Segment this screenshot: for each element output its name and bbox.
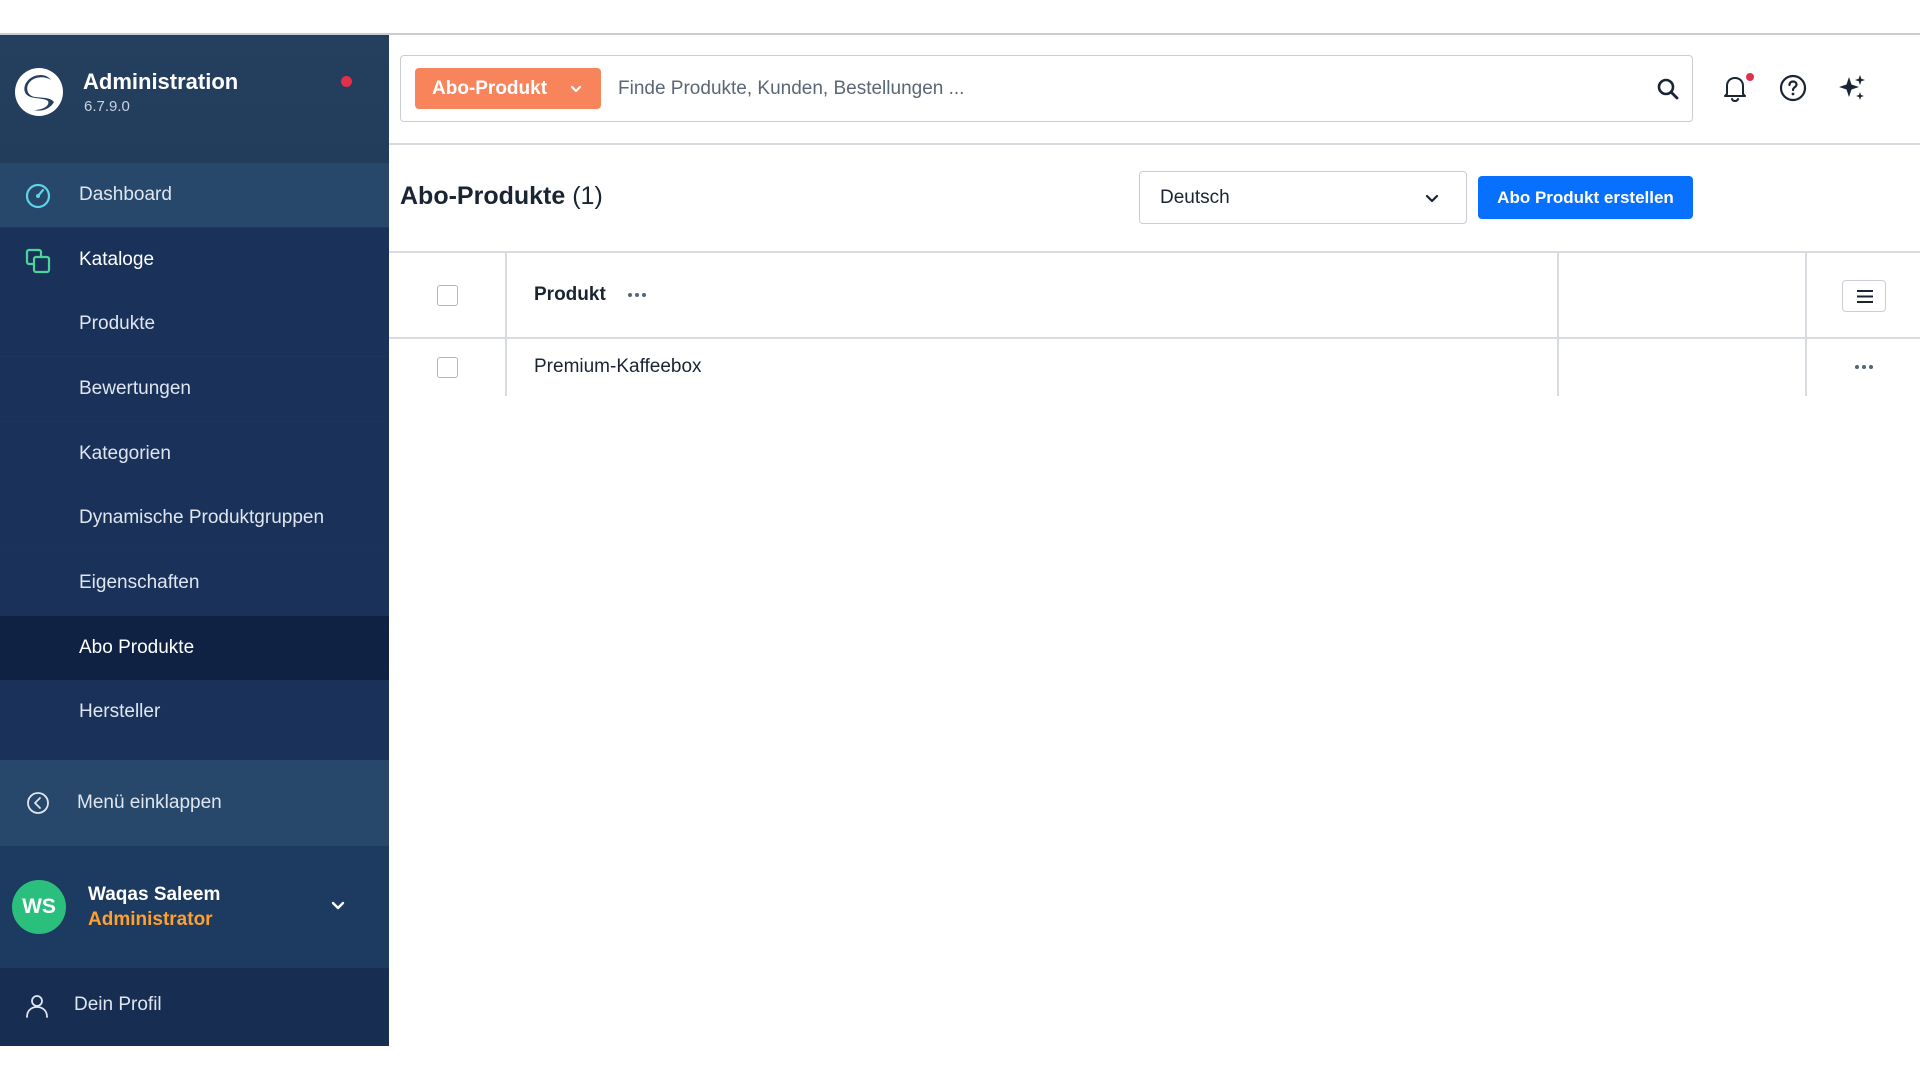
help-icon[interactable] xyxy=(1777,72,1809,104)
sidebar-item-label: Dashboard xyxy=(79,184,172,205)
column-options-icon[interactable] xyxy=(628,293,650,299)
status-indicator-dot xyxy=(341,76,352,87)
collapse-menu-label: Menü einklappen xyxy=(77,792,222,813)
row-checkbox[interactable] xyxy=(437,357,458,378)
sidebar-subitem-label: Dynamische Produktgruppen xyxy=(79,507,325,528)
global-search-bar: Abo-Produkt xyxy=(400,55,1693,122)
profile-label: Dein Profil xyxy=(74,994,162,1015)
sidebar-subitem-label: Bewertungen xyxy=(79,378,191,399)
avatar: WS xyxy=(12,880,66,934)
collapse-left-icon xyxy=(27,792,49,814)
select-all-checkbox[interactable] xyxy=(437,285,458,306)
search-type-dropdown[interactable]: Abo-Produkt xyxy=(415,68,601,109)
user-name: Waqas Saleem xyxy=(88,884,221,905)
sidebar-item-profile[interactable]: Dein Profil xyxy=(0,968,389,1046)
sidebar-subitem-produkte[interactable]: Produkte xyxy=(0,292,389,356)
app-title: Administration xyxy=(83,69,239,94)
sidebar-item-label: Kataloge xyxy=(79,249,155,270)
create-abo-product-button[interactable]: Abo Produkt erstellen xyxy=(1478,176,1693,219)
page-title-text: Abo-Produkte xyxy=(400,182,566,210)
shopware-logo-icon xyxy=(15,68,63,116)
sidebar-subitem-abo-produkte[interactable]: Abo Produkte xyxy=(0,616,389,680)
sidebar-item-dashboard[interactable]: Dashboard xyxy=(0,163,389,227)
top-header: Abo-Produkt xyxy=(389,35,1920,145)
language-select-value: Deutsch xyxy=(1160,187,1230,208)
sidebar-item-kataloge[interactable]: Kataloge xyxy=(0,228,389,292)
page-title: Abo-Produkte (1) xyxy=(400,182,603,211)
sidebar-subitem-label: Hersteller xyxy=(79,701,161,722)
sidebar-subitem-label: Eigenschaften xyxy=(79,572,200,593)
catalog-icon xyxy=(25,248,51,274)
collapse-menu-button[interactable]: Menü einklappen xyxy=(0,760,389,846)
sidebar-subitem-eigenschaften[interactable]: Eigenschaften xyxy=(0,551,389,615)
column-header-produkt[interactable]: Produkt xyxy=(534,284,606,306)
search-type-label: Abo-Produkt xyxy=(432,77,548,99)
user-menu[interactable]: WS Waqas Saleem Administrator xyxy=(0,846,389,968)
column-divider xyxy=(505,253,507,396)
search-icon[interactable] xyxy=(1655,76,1681,102)
table-header-divider xyxy=(389,337,1920,339)
table-header-row xyxy=(389,253,1920,337)
browser-top-strip xyxy=(0,0,1920,35)
chevron-down-icon xyxy=(1425,194,1439,203)
list-settings-icon xyxy=(1857,290,1873,303)
sidebar: Administration 6.7.9.0 Dashboard Katalog… xyxy=(0,35,389,1046)
user-icon xyxy=(26,995,48,1018)
chevron-down-icon xyxy=(570,85,582,93)
column-divider xyxy=(1805,253,1807,396)
table-settings-button[interactable] xyxy=(1842,280,1886,312)
ai-sparkle-icon[interactable] xyxy=(1836,72,1868,104)
column-divider xyxy=(1557,253,1559,396)
speedometer-icon xyxy=(25,183,51,209)
sidebar-subitem-label: Produkte xyxy=(79,313,156,334)
sidebar-subitem-label: Abo Produkte xyxy=(79,637,195,658)
table-cell-product[interactable]: Premium-Kaffeebox xyxy=(534,356,702,378)
user-role: Administrator xyxy=(88,909,213,930)
sidebar-subitem-dynamische-produktgruppen[interactable]: Dynamische Produktgruppen xyxy=(0,486,389,550)
language-select[interactable]: Deutsch xyxy=(1139,171,1467,224)
sidebar-subitem-kategorien[interactable]: Kategorien xyxy=(0,422,389,486)
search-input[interactable] xyxy=(618,70,1618,108)
chevron-down-icon[interactable] xyxy=(328,896,348,916)
sidebar-subitem-hersteller[interactable]: Hersteller xyxy=(0,680,389,760)
brand-header: Administration 6.7.9.0 xyxy=(0,35,389,143)
row-actions-icon[interactable] xyxy=(1855,365,1877,371)
sidebar-subitem-bewertungen[interactable]: Bewertungen xyxy=(0,357,389,421)
sidebar-subitem-label: Kategorien xyxy=(79,443,171,464)
app-version: 6.7.9.0 xyxy=(84,98,130,115)
page-title-count: (1) xyxy=(572,182,603,210)
notification-dot xyxy=(1746,73,1754,81)
